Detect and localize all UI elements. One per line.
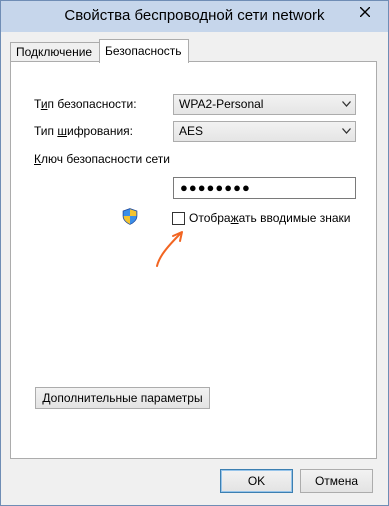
show-characters-checkbox[interactable]: [172, 212, 185, 225]
dialog-client-area: Подключение Безопасность Тип безопасност…: [1, 32, 388, 505]
security-type-select[interactable]: WPA2-Personal: [173, 94, 356, 115]
security-key-label: Ключ безопасности сети: [34, 152, 170, 166]
advanced-settings-button[interactable]: Дополнительные параметры: [35, 387, 210, 409]
encryption-type-label: Тип шифрования:: [34, 124, 133, 138]
security-type-value: WPA2-Personal: [179, 97, 264, 111]
encryption-type-value: AES: [179, 124, 204, 138]
tab-connection[interactable]: Подключение: [10, 42, 101, 62]
chevron-down-icon: [342, 101, 351, 107]
security-type-label: Тип безопасности:: [34, 97, 137, 111]
title-bar[interactable]: Свойства беспроводной сети network: [1, 1, 388, 32]
ok-button[interactable]: OK: [220, 469, 293, 493]
security-key-input[interactable]: ●●●●●●●●: [173, 177, 356, 199]
show-characters-label[interactable]: Отображать вводимые знаки: [189, 211, 351, 225]
annotation-arrow-icon: [156, 231, 183, 267]
tab-security[interactable]: Безопасность: [99, 39, 189, 63]
close-icon: [360, 6, 370, 17]
cancel-button[interactable]: Отмена: [300, 469, 373, 493]
security-tab-panel: Тип безопасности: WPA2-Personal Тип шифр…: [10, 61, 377, 459]
dialog-window: Свойства беспроводной сети network Подкл…: [0, 0, 389, 506]
encryption-type-select[interactable]: AES: [173, 121, 356, 142]
window-title: Свойства беспроводной сети network: [64, 7, 325, 24]
close-button[interactable]: [348, 1, 382, 22]
chevron-down-icon: [342, 128, 351, 134]
uac-shield-icon: [122, 208, 138, 225]
